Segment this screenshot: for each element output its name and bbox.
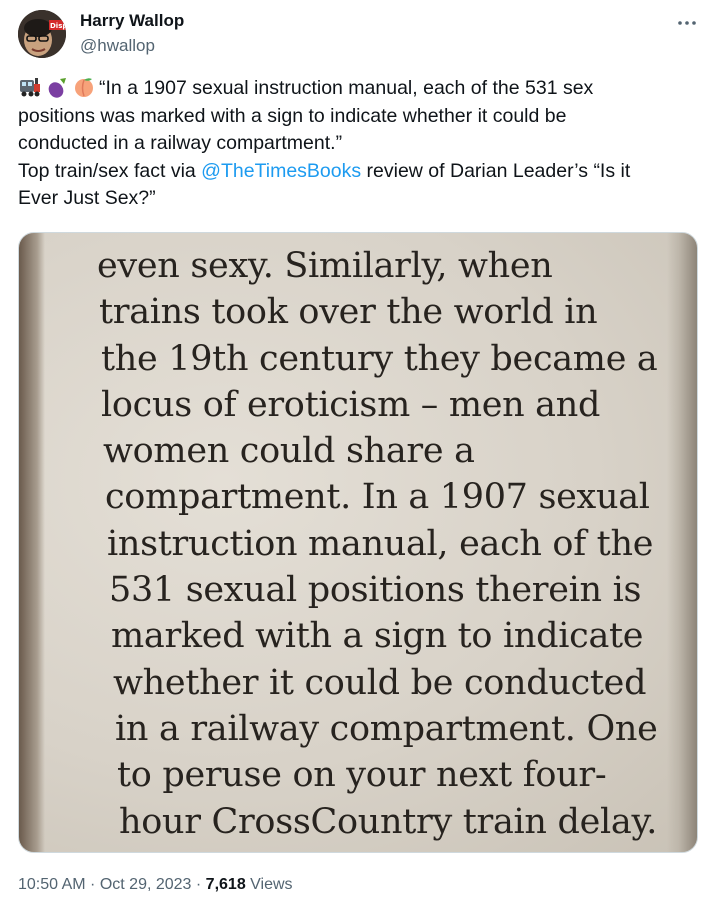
train-emoji — [20, 78, 40, 97]
eggplant-emoji — [48, 78, 66, 98]
tweet-line-1-text: “In a 1907 sexual instruction manual, ea… — [99, 77, 594, 99]
newspaper-line: marked with a sign to indicate — [111, 616, 644, 657]
tweet-meta: 10:50 AM · Oct 29, 2023 · 7,618 Views — [18, 874, 293, 896]
more-horizontal-icon — [678, 21, 696, 25]
views-count: 7,618 — [205, 876, 246, 893]
meta-separator: · — [191, 876, 206, 893]
tweet-line-3: conducted in a railway compartment.” — [18, 132, 343, 154]
tweet-line-2: positions was marked with a sign to indi… — [18, 104, 567, 127]
newspaper-line: 531 sexual positions therein is — [109, 570, 642, 611]
newspaper-line: the 19th century they became a — [101, 338, 658, 379]
tweet-line-1: “In a 1907 sexual instruction manual, ea… — [18, 75, 698, 103]
tweet-line-4-after: review of Darian Leader’s “Is it — [361, 159, 631, 182]
mention-link[interactable]: @TheTimesBooks — [201, 160, 361, 182]
newspaper-line: in a railway compartment. One — [115, 708, 658, 749]
tweet-line-4: Top train/sex fact via @TheTimesBooks re… — [18, 158, 698, 186]
author-name[interactable]: Harry Wallop — [80, 10, 184, 32]
newspaper-line: whether it could be conducted — [113, 662, 647, 703]
newspaper-line: hour CrossCountry train delay. — [119, 801, 658, 842]
tweet-line-5: Ever Just Sex?” — [18, 187, 156, 209]
meta-separator: · — [85, 876, 100, 893]
paper-edge-left — [19, 233, 45, 852]
newspaper-line: trains took over the world in — [99, 292, 598, 333]
newspaper-line: compartment. In a 1907 sexual — [105, 477, 650, 518]
views-label: Views — [245, 876, 293, 893]
newspaper-line: even sexy. Similarly, when — [97, 246, 553, 286]
newspaper-line: instruction manual, each of the — [107, 523, 654, 564]
tweet-date[interactable]: Oct 29, 2023 — [100, 876, 192, 893]
peach-emoji — [75, 78, 93, 97]
newspaper-line: to peruse on your next four- — [117, 755, 607, 796]
avatar[interactable]: Disp — [18, 10, 66, 58]
tweet: Disp Harry Wallop @hwallop “In a 1907 se… — [0, 0, 718, 910]
tweet-time[interactable]: 10:50 AM — [18, 876, 86, 893]
tweet-photo[interactable]: even sexy. Similarly, when trains took o… — [18, 232, 698, 853]
more-options-button[interactable] — [672, 8, 702, 38]
newspaper-line: women could share a — [103, 431, 475, 472]
tweet-text: “In a 1907 sexual instruction manual, ea… — [18, 75, 698, 213]
avatar-badge-text: Disp — [50, 22, 66, 30]
avatar-image: Disp — [18, 10, 66, 58]
newspaper-text: even sexy. Similarly, when trains took o… — [97, 243, 697, 845]
author-handle[interactable]: @hwallop — [80, 35, 155, 57]
tweet-line-4-before: Top train/sex fact via — [18, 159, 202, 182]
newspaper-line: locus of eroticism – men and — [101, 384, 601, 425]
